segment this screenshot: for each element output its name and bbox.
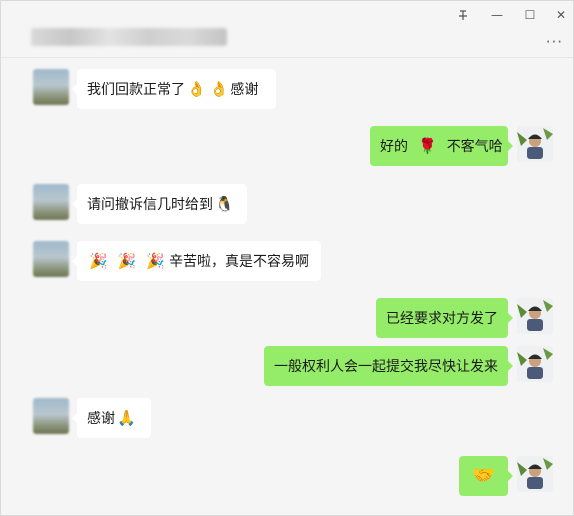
- ok-hand-emoji-icon: 👌: [187, 79, 206, 98]
- contact-avatar[interactable]: [33, 398, 69, 434]
- more-options-icon[interactable]: ···: [546, 33, 563, 51]
- message-text: 感谢: [230, 82, 259, 98]
- my-avatar[interactable]: [517, 126, 553, 162]
- ok-hand-emoji-icon: 👌: [209, 79, 229, 98]
- contact-avatar[interactable]: [33, 184, 69, 220]
- message-bubble: 已经要求对方发了: [376, 298, 513, 338]
- message-bubble: 🎉 🎉 🎉 辛苦啦，真是不容易啊: [72, 241, 321, 281]
- party-popper-emoji-icon: 🎉: [117, 251, 137, 270]
- close-button[interactable]: ✕: [550, 5, 572, 25]
- rose-emoji-icon: 🌹: [418, 136, 437, 155]
- message-text: 辛苦啦，真是不容易啊: [169, 254, 310, 270]
- my-avatar[interactable]: [517, 298, 553, 334]
- minimize-button[interactable]: —: [486, 5, 508, 25]
- message-bubble: 感谢 🙏: [72, 398, 151, 438]
- party-popper-emoji-icon: 🎉: [146, 251, 166, 270]
- message-bubble: 一般权利人会一起提交我尽快让发来: [264, 346, 513, 386]
- message-bubble: 我们回款正常了 👌 👌 感谢: [72, 69, 276, 109]
- penguin-emoji-icon: 🐧: [215, 194, 234, 213]
- message-bubble: 请问撤诉信几时给到 🐧: [72, 184, 247, 224]
- folded-hands-emoji-icon: 🙏: [117, 408, 136, 427]
- my-avatar[interactable]: [517, 456, 553, 492]
- message-text: 我们回款正常了: [87, 82, 185, 98]
- message-text: 好的: [380, 139, 408, 155]
- handshake-emoji-icon: 🤝: [472, 465, 495, 486]
- message-bubble: 好的 🌹 不客气哈: [370, 126, 513, 166]
- my-avatar[interactable]: [517, 346, 553, 382]
- contact-avatar[interactable]: [33, 69, 69, 105]
- pin-icon[interactable]: [452, 5, 474, 25]
- contact-name-redacted: [31, 28, 227, 46]
- message-text: 不客气哈: [446, 139, 503, 155]
- message-text: 一般权利人会一起提交我尽快让发来: [274, 359, 498, 375]
- contact-avatar[interactable]: [33, 241, 69, 277]
- maximize-button[interactable]: ☐: [519, 5, 541, 25]
- party-popper-emoji-icon: 🎉: [89, 251, 108, 270]
- message-text: 请问撤诉信几时给到: [87, 197, 213, 213]
- chat-header: — ☐ ✕ ···: [1, 1, 573, 58]
- message-text: 感谢: [87, 411, 115, 427]
- message-bubble: 🤝: [459, 456, 513, 496]
- message-text: 已经要求对方发了: [386, 311, 498, 327]
